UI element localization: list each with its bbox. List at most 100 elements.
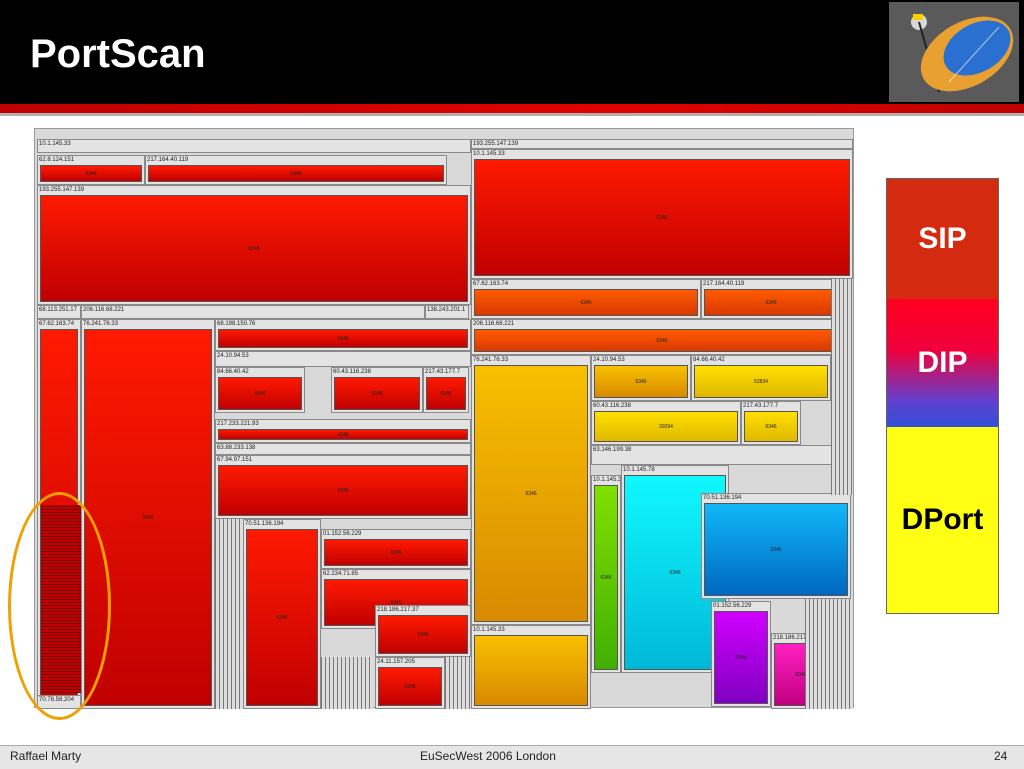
cell-value: 6346 — [735, 654, 747, 661]
treemap-cell: 193.255.147.139 — [471, 139, 853, 149]
cell-label: 206.116.68.221 — [83, 307, 125, 313]
cell-label: 76.241.76.33 — [83, 321, 119, 327]
cell-value: 6346 — [254, 390, 266, 397]
cell-label: 67.94.97.151 — [217, 457, 253, 463]
cell-value: 6346 — [337, 431, 349, 438]
header-accent-bar — [0, 104, 1024, 113]
dense-cells-area — [445, 657, 471, 709]
cell-value: 6346 — [635, 378, 647, 385]
cell-value: 6346 — [656, 337, 668, 344]
cell-value: 6346 — [580, 299, 592, 306]
treemap-cell: 68.113.251.17 — [37, 305, 81, 319]
cell-value: 6346 — [656, 214, 668, 221]
cell-label: 10.1.145.33 — [39, 141, 71, 147]
cell-value: 6346 — [142, 514, 154, 521]
cell-label: 24.11.157.205 — [377, 659, 415, 665]
cell-label: 70.51.136.194 — [703, 495, 742, 501]
slide-header: PortScan — [0, 0, 1024, 104]
page-number: 24 — [994, 749, 1008, 763]
treemap-cell: 63.146.199.38 — [591, 445, 853, 465]
cell-label: 217.164.40.119 — [147, 157, 189, 163]
cell-fill: 6346 — [334, 377, 420, 410]
treemap-cell: 67.94.97.151 6346 — [215, 455, 471, 519]
cell-fill: 6346 — [744, 411, 798, 442]
cell-label: 193.255.147.139 — [473, 141, 519, 147]
cell-value: 6346 — [276, 614, 288, 621]
cell-value: 6346 — [248, 245, 260, 252]
treemap-cell: 138.243.201.1 — [425, 305, 469, 319]
dense-cells-area — [321, 657, 373, 709]
treemap-cell: 62.8.124.151 6346 — [37, 155, 145, 185]
cell-value: 6346 — [85, 170, 97, 177]
cell-label: 138.243.201.1 — [427, 307, 466, 313]
cell-label: 10.1.145.33 — [473, 151, 505, 157]
cell-fill: 6346 — [40, 195, 468, 302]
cell-label: 10.1.145.33 — [473, 627, 505, 633]
treemap-cell: 70.51.136.194 6346 — [701, 493, 851, 599]
treemap-cell: 70.51.136.194 6346 — [243, 519, 321, 709]
legend-dport: DPort — [887, 427, 998, 613]
legend-sip: SIP — [887, 179, 998, 300]
treemap-cell: 206.116.68.221 6346 — [471, 319, 853, 355]
cell-label: 217.43.177.7 — [743, 403, 779, 409]
cell-label: 68.198.150.76 — [217, 321, 256, 327]
treemap-cell: 68.198.150.76 6346 — [215, 319, 471, 351]
cell-value: 6346 — [417, 631, 429, 638]
cell-value: 52834 — [754, 378, 768, 385]
cell-fill: 6346 — [474, 289, 698, 316]
treemap-cell: 10.1.145.33 6346 — [471, 149, 853, 279]
treemap-cell: 218.186.217.37 6346 — [375, 605, 471, 657]
cell-label: 76.241.76.33 — [473, 357, 509, 363]
cell-label: 68.113.251.17 — [39, 307, 77, 313]
cell-fill: 6346 — [218, 429, 468, 440]
cell-value: 6346 — [404, 683, 416, 690]
treemap-cell: 217.43.177.7 6346 — [741, 401, 801, 445]
cell-label: 217.164.40.119 — [703, 281, 745, 287]
header-divider — [0, 113, 1024, 116]
treemap-cell: 217.164.40.119 6346 — [145, 155, 447, 185]
cell-label: 193.255.147.139 — [39, 187, 85, 193]
cell-fill: 6346 — [474, 159, 850, 276]
cell-label: 62.8.124.151 — [39, 157, 75, 163]
cell-fill: 6346 — [218, 329, 468, 348]
cell-label: 01.152.56.229 — [713, 603, 752, 609]
cell-label: 24.10.94.53 — [217, 353, 249, 359]
cell-label: 60.43.116.238 — [593, 403, 631, 409]
dense-cells-area — [215, 519, 243, 709]
cell-label: 84.66.40.42 — [693, 357, 725, 363]
treemap-cell: 84.66.40.42 52834 — [691, 355, 831, 401]
treemap-cell: 217.164.40.119 6346 — [701, 279, 841, 319]
cell-value: 6346 — [371, 390, 383, 397]
cell-fill: 6346 — [324, 539, 468, 566]
cell-label: 60.43.116.238 — [333, 369, 371, 375]
treemap-cell: 01.152.56.229 6346 — [321, 529, 471, 569]
treemap-cell: 10.1.145.33 6346 — [591, 475, 621, 673]
portscan-treemap: 10.1.145.33 62.8.124.151 6346 217.164.40.11… — [34, 128, 854, 709]
cell-label: 10.1.145.33 — [593, 477, 620, 483]
cell-fill: 6346 — [474, 329, 850, 352]
cell-fill: 6346 — [714, 611, 768, 704]
cell-value: 6346 — [765, 423, 777, 430]
cell-label: 206.116.68.221 — [473, 321, 515, 327]
treemap-cell: 10.1.145.33 — [37, 139, 471, 153]
treemap-cell: 24.10.94.53 6346 — [591, 355, 691, 401]
footer-event: EuSecWest 2006 London — [420, 749, 556, 763]
cell-label: 63.88.233.138 — [217, 445, 256, 451]
cell-value: 6346 — [525, 490, 537, 497]
dense-cells-area — [831, 279, 853, 495]
treemap-cell: 217.233.221.93 6346 — [215, 419, 471, 443]
treemap-cell: 67.62.163.74 6346 — [471, 279, 701, 319]
cell-value: 6346 — [440, 390, 452, 397]
cell-label: 70.51.136.194 — [245, 521, 284, 527]
cell-fill: 6346 — [704, 503, 848, 596]
cell-label: 24.10.94.53 — [593, 357, 625, 363]
cell-fill: 6346 — [218, 465, 468, 516]
cell-fill: 52834 — [694, 365, 828, 398]
treemap-cell: 76.241.76.33 6346 — [471, 355, 591, 625]
legend-dip: DIP — [887, 299, 998, 427]
satellite-dish-logo — [889, 2, 1019, 102]
footer-author: Raffael Marty — [10, 749, 82, 763]
cell-value: 6346 — [337, 487, 349, 494]
cell-value: 6346 — [290, 170, 302, 177]
cell-value: 6346 — [390, 549, 402, 556]
